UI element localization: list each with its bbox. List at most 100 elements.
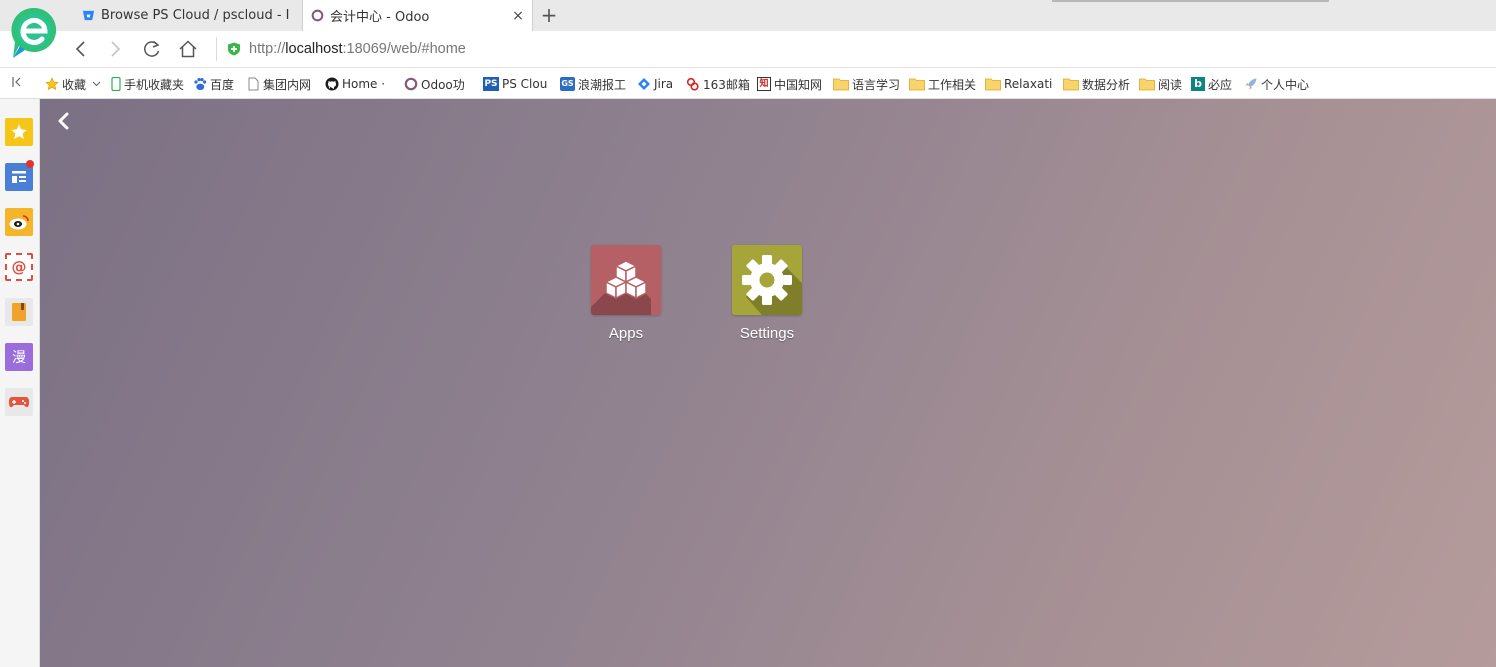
bookmark-cnki[interactable]: 知 中国知网 <box>757 75 822 93</box>
home-icon <box>179 40 197 58</box>
cnki-icon: 知 <box>757 77 771 91</box>
bookmark-label: Jira <box>654 77 674 91</box>
apps-app-icon <box>591 245 661 315</box>
bookmark-label: 收藏 <box>62 77 87 92</box>
secure-shield-icon <box>228 42 240 56</box>
bookmark-folder-data-analysis[interactable]: 数据分析 <box>1063 75 1130 93</box>
bookmark-label: Odoo功 <box>421 77 465 92</box>
bookmark-label: Home · <box>342 77 386 91</box>
url-path: :18069/web/#home <box>342 41 466 57</box>
app-label: Settings <box>739 325 795 342</box>
rocket-icon <box>1245 78 1257 90</box>
bookmark-personal-center[interactable]: 个人中心 <box>1244 75 1309 93</box>
gamepad-icon <box>8 397 30 408</box>
chevron-left-icon[interactable] <box>54 111 74 131</box>
bookmark-odoo[interactable]: Odoo功 <box>404 75 465 93</box>
bookmark-label: 163邮箱 <box>703 77 750 92</box>
jira-icon <box>638 78 650 90</box>
collapse-sidebar-icon[interactable] <box>12 76 22 92</box>
bookmark-folder-language[interactable]: 语言学习 <box>833 75 900 93</box>
new-tab-button[interactable]: + <box>538 3 560 27</box>
sidebar-item-games[interactable] <box>5 388 33 416</box>
odoo-icon <box>311 9 324 22</box>
odoo-home-menu: Apps Settings <box>40 99 1496 667</box>
bitbucket-icon <box>82 10 95 21</box>
bookmark-intranet[interactable]: 集团内网 <box>246 75 311 93</box>
back-arrow-icon <box>75 41 85 57</box>
bookmark-label: 数据分析 <box>1082 77 1131 92</box>
star-icon <box>11 124 27 140</box>
app-tile-apps[interactable]: Apps <box>571 245 681 342</box>
bookmark-label: 浪潮报工 <box>578 77 627 92</box>
forward-button[interactable] <box>103 37 127 61</box>
bookmark-ps-cloud[interactable]: PS PS Clou <box>483 75 547 93</box>
bookmark-label: 集团内网 <box>263 77 312 92</box>
app-tile-settings[interactable]: Settings <box>712 245 822 342</box>
sidebar-item-comics[interactable]: 漫 <box>5 343 33 371</box>
bookmark-mobile-favorites[interactable]: 手机收藏夹 <box>111 75 184 93</box>
tab-title: Browse PS Cloud / pscloud - I <box>101 8 290 23</box>
bookmark-label: 阅读 <box>1158 77 1183 92</box>
sidebar-item-weibo[interactable] <box>5 208 33 236</box>
folder-icon <box>1139 78 1155 91</box>
tab-browse-ps-cloud[interactable]: Browse PS Cloud / pscloud - I <box>74 0 300 31</box>
bookmark-label: 语言学习 <box>852 77 901 92</box>
reload-icon <box>144 40 160 57</box>
url-host: localhost <box>285 41 343 57</box>
sidebar-item-notes[interactable] <box>5 298 33 326</box>
bookmark-folder-relax[interactable]: Relaxati <box>985 75 1052 93</box>
gear-icon <box>742 255 802 315</box>
notebook-icon <box>12 303 26 321</box>
back-button[interactable] <box>69 37 93 61</box>
bookmark-baidu[interactable]: 百度 <box>193 75 234 93</box>
bing-icon: b <box>1191 77 1205 91</box>
bookmark-label: 百度 <box>210 77 235 92</box>
bookmark-jira[interactable]: Jira <box>637 75 673 93</box>
address-bar: http://localhost:18069/web/#home <box>0 31 1496 68</box>
folder-icon <box>1063 78 1079 91</box>
ps-icon: PS <box>483 77 499 91</box>
bookmark-folder-work[interactable]: 工作相关 <box>909 75 976 93</box>
bookmark-label: 必应 <box>1208 77 1233 92</box>
weibo-icon <box>9 215 29 230</box>
cubes-icon <box>591 260 651 315</box>
at-mail-icon: @ <box>11 258 27 276</box>
baidu-icon <box>194 78 207 90</box>
bookmark-inspur-report[interactable]: GS 浪潮报工 <box>560 75 626 93</box>
sidebar-item-news[interactable] <box>5 160 34 191</box>
bookmarks-bar: 收藏 手机收藏夹 百度 集团内网 Home · Odoo功 PS PS Clou… <box>0 68 1496 99</box>
folder-icon <box>985 78 1001 91</box>
github-icon <box>325 77 339 91</box>
bookmark-folder-reading[interactable]: 阅读 <box>1139 75 1182 93</box>
app-label: Apps <box>608 325 644 342</box>
close-tab-icon[interactable]: × <box>508 8 528 24</box>
tab-odoo-accounting[interactable]: 会计中心 - Odoo × <box>302 0 533 31</box>
tab-title: 会计中心 - Odoo <box>330 10 430 25</box>
browser-logo-icon[interactable] <box>10 6 58 60</box>
bookmark-label: 手机收藏夹 <box>124 77 185 92</box>
notification-badge <box>26 160 34 168</box>
star-icon <box>45 77 59 91</box>
sidebar-item-favorites[interactable] <box>5 118 33 146</box>
reload-button[interactable] <box>140 37 164 61</box>
bookmark-label: 中国知网 <box>774 77 823 92</box>
bookmark-163-mail[interactable]: 163邮箱 <box>686 75 750 93</box>
odoo-icon <box>404 77 418 91</box>
window-edge <box>1052 0 1329 2</box>
bookmark-favorites[interactable]: 收藏 <box>45 75 101 93</box>
home-button[interactable] <box>176 37 200 61</box>
url-field[interactable]: http://localhost:18069/web/#home <box>216 37 466 61</box>
sidebar-item-email[interactable]: @ <box>5 253 33 281</box>
news-icon <box>12 171 26 183</box>
comic-icon: 漫 <box>12 350 26 366</box>
bookmark-label: PS Clou <box>502 77 548 91</box>
bookmark-github-home[interactable]: Home · <box>325 75 385 93</box>
folder-icon <box>909 78 925 91</box>
tab-bar: Browse PS Cloud / pscloud - I 会计中心 - Odo… <box>0 0 1496 31</box>
bookmark-bing[interactable]: b 必应 <box>1191 75 1232 93</box>
url-text: http://localhost:18069/web/#home <box>249 41 466 57</box>
forward-arrow-icon <box>111 41 121 57</box>
chevron-down-icon <box>92 81 101 87</box>
phone-icon <box>111 77 121 91</box>
page-icon <box>248 77 259 91</box>
